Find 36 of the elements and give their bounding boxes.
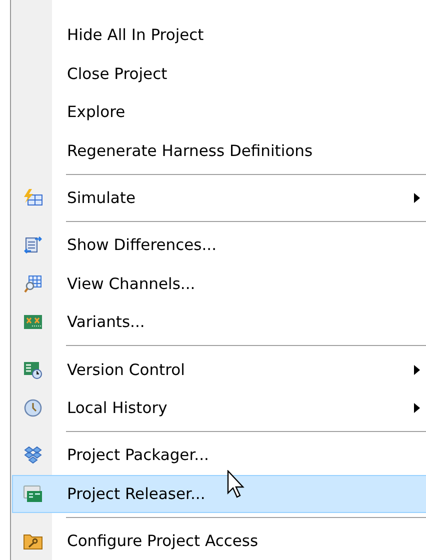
menu-item[interactable]: Regenerate Harness Definitions (12, 132, 426, 170)
menu-item-label: Explore (67, 103, 126, 122)
menu-item[interactable]: Project Releaser... (12, 474, 426, 514)
mouse-cursor-icon (227, 470, 247, 500)
boxes-icon (24, 446, 42, 464)
table-search-icon (24, 274, 42, 293)
menu-item-label: Close Project (67, 64, 168, 83)
menu-item[interactable]: Variants... (12, 303, 426, 342)
menu-item-label: View Channels... (67, 274, 196, 293)
menu-item-label: Local History (67, 399, 168, 418)
menu-item-label: Hide All In Project (67, 26, 204, 44)
menu-item[interactable]: Local History (12, 388, 426, 428)
menu-item[interactable]: Version Control (12, 350, 426, 389)
board-icon (23, 484, 43, 503)
menu-item[interactable]: Simulate (12, 178, 426, 218)
circuit-icon (23, 189, 43, 208)
document-compare-icon (24, 236, 42, 254)
clock-icon (24, 399, 42, 418)
board-clock-icon (23, 360, 43, 379)
menu-item-label: Project Packager... (67, 446, 209, 464)
menu-item-label: Regenerate Harness Definitions (67, 142, 313, 160)
menu-item-label: Simulate (67, 189, 136, 208)
menu-item[interactable]: Show Differences... (12, 226, 426, 265)
folder-key-icon (23, 532, 43, 550)
menu-item-label: Version Control (67, 360, 185, 379)
menu-item[interactable]: Hide All In Project (12, 16, 426, 54)
menu-item-label: Configure Project Access (67, 532, 258, 550)
menu-item[interactable]: Close Project (12, 54, 426, 93)
menu-item-label: Project Releaser... (67, 484, 206, 503)
menu-item[interactable]: Explore (12, 93, 426, 132)
menu-item-label: Show Differences... (67, 236, 217, 254)
menu-item[interactable]: Configure Project Access (12, 522, 426, 560)
board-icon (23, 314, 43, 330)
menu-item[interactable]: Project Packager... (12, 436, 426, 475)
menu-item-label: Variants... (67, 313, 145, 332)
menu-item[interactable]: View Channels... (12, 264, 426, 304)
